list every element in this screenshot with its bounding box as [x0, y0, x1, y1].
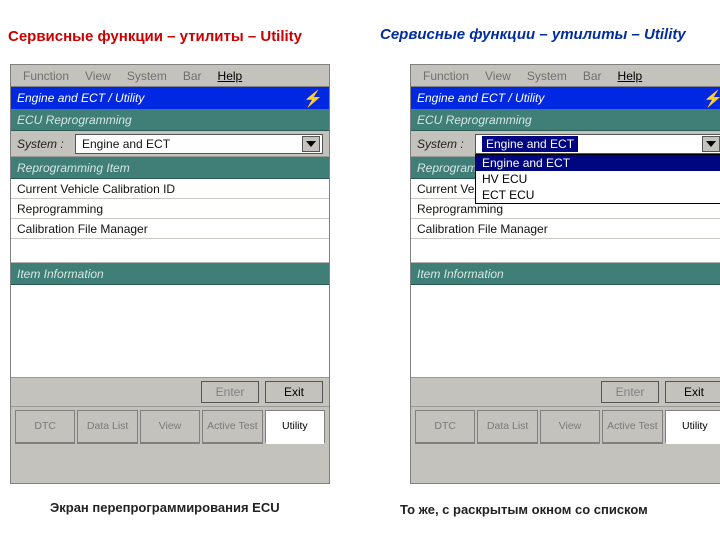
section-reprog-item: Reprogramming Item [11, 157, 329, 179]
system-dropdown: Engine and ECT HV ECU ECT ECU [475, 154, 720, 204]
titlebar-text: Engine and ECT / Utility [17, 91, 144, 105]
page-title-right: Сервисные функции – утилиты – Utility [380, 26, 686, 43]
system-combo[interactable]: Engine and ECT [75, 134, 323, 154]
menubar: Function View System Bar Help [11, 65, 329, 87]
menu-bar[interactable]: Bar [183, 69, 202, 83]
menu-view[interactable]: View [485, 69, 511, 83]
section-ecu-reprog: ECU Reprogramming [11, 109, 329, 131]
exit-button[interactable]: Exit [665, 381, 720, 403]
combo-arrow[interactable] [702, 136, 720, 152]
list-item[interactable]: Calibration File Manager [411, 219, 720, 239]
tab-view[interactable]: View [540, 410, 600, 444]
system-label: System : [417, 137, 475, 151]
system-row: System : Engine and ECT [11, 131, 329, 157]
tab-view[interactable]: View [140, 410, 200, 444]
reprog-list: Current Vehicle Calibration ID Reprogram… [11, 179, 329, 263]
system-combo-value: Engine and ECT [482, 136, 578, 152]
menu-system[interactable]: System [127, 69, 167, 83]
system-label: System : [17, 137, 75, 151]
item-info-area [411, 285, 720, 377]
tab-dtc[interactable]: DTC [15, 410, 75, 444]
menu-function[interactable]: Function [423, 69, 469, 83]
combo-arrow[interactable] [302, 136, 320, 152]
window-utility-left: Function View System Bar Help Engine and… [10, 64, 330, 484]
list-item[interactable]: Reprogramming [11, 199, 329, 219]
system-row: System : Engine and ECT Engine and ECT H… [411, 131, 720, 157]
dropdown-item[interactable]: Engine and ECT [476, 155, 720, 171]
titlebar: Engine and ECT / Utility ⚡ [11, 87, 329, 109]
tabbar: DTC Data List View Active Test Utility [11, 407, 329, 447]
button-row: Enter Exit [11, 377, 329, 407]
tab-dtc[interactable]: DTC [415, 410, 475, 444]
system-combo[interactable]: Engine and ECT Engine and ECT HV ECU ECT… [475, 134, 720, 154]
dropdown-item[interactable]: HV ECU [476, 171, 720, 187]
titlebar: Engine and ECT / Utility ⚡ [411, 87, 720, 109]
menu-view[interactable]: View [85, 69, 111, 83]
caption-left: Экран перепрограммирования ECU [50, 500, 280, 515]
tab-datalist[interactable]: Data List [477, 410, 537, 444]
button-row: Enter Exit [411, 377, 720, 407]
chevron-down-icon [706, 141, 716, 147]
list-item[interactable]: Current Vehicle Calibration ID [11, 179, 329, 199]
system-combo-value: Engine and ECT [82, 137, 170, 151]
window-utility-right: Function View System Bar Help Engine and… [410, 64, 720, 484]
tab-utility[interactable]: Utility [665, 410, 720, 444]
bolt-icon: ⚡ [703, 89, 720, 109]
tab-active-test[interactable]: Active Test [602, 410, 662, 444]
menu-system[interactable]: System [527, 69, 567, 83]
enter-button[interactable]: Enter [201, 381, 259, 403]
section-ecu-reprog: ECU Reprogramming [411, 109, 720, 131]
dropdown-item[interactable]: ECT ECU [476, 187, 720, 203]
section-item-info: Item Information [411, 263, 720, 285]
tab-utility[interactable]: Utility [265, 410, 325, 444]
menu-help[interactable]: Help [618, 69, 643, 83]
tab-datalist[interactable]: Data List [77, 410, 137, 444]
tab-active-test[interactable]: Active Test [202, 410, 262, 444]
menu-bar[interactable]: Bar [583, 69, 602, 83]
exit-button[interactable]: Exit [265, 381, 323, 403]
page-title-left: Сервисные функции – утилиты – Utility [8, 28, 302, 45]
tabbar: DTC Data List View Active Test Utility [411, 407, 720, 447]
menu-help[interactable]: Help [218, 69, 243, 83]
chevron-down-icon [306, 141, 316, 147]
enter-button[interactable]: Enter [601, 381, 659, 403]
bolt-icon: ⚡ [303, 89, 323, 109]
list-item[interactable]: Calibration File Manager [11, 219, 329, 239]
menu-function[interactable]: Function [23, 69, 69, 83]
titlebar-text: Engine and ECT / Utility [417, 91, 544, 105]
caption-right: То же, с раскрытым окном со списком [400, 502, 648, 517]
menubar: Function View System Bar Help [411, 65, 720, 87]
item-info-area [11, 285, 329, 377]
section-item-info: Item Information [11, 263, 329, 285]
